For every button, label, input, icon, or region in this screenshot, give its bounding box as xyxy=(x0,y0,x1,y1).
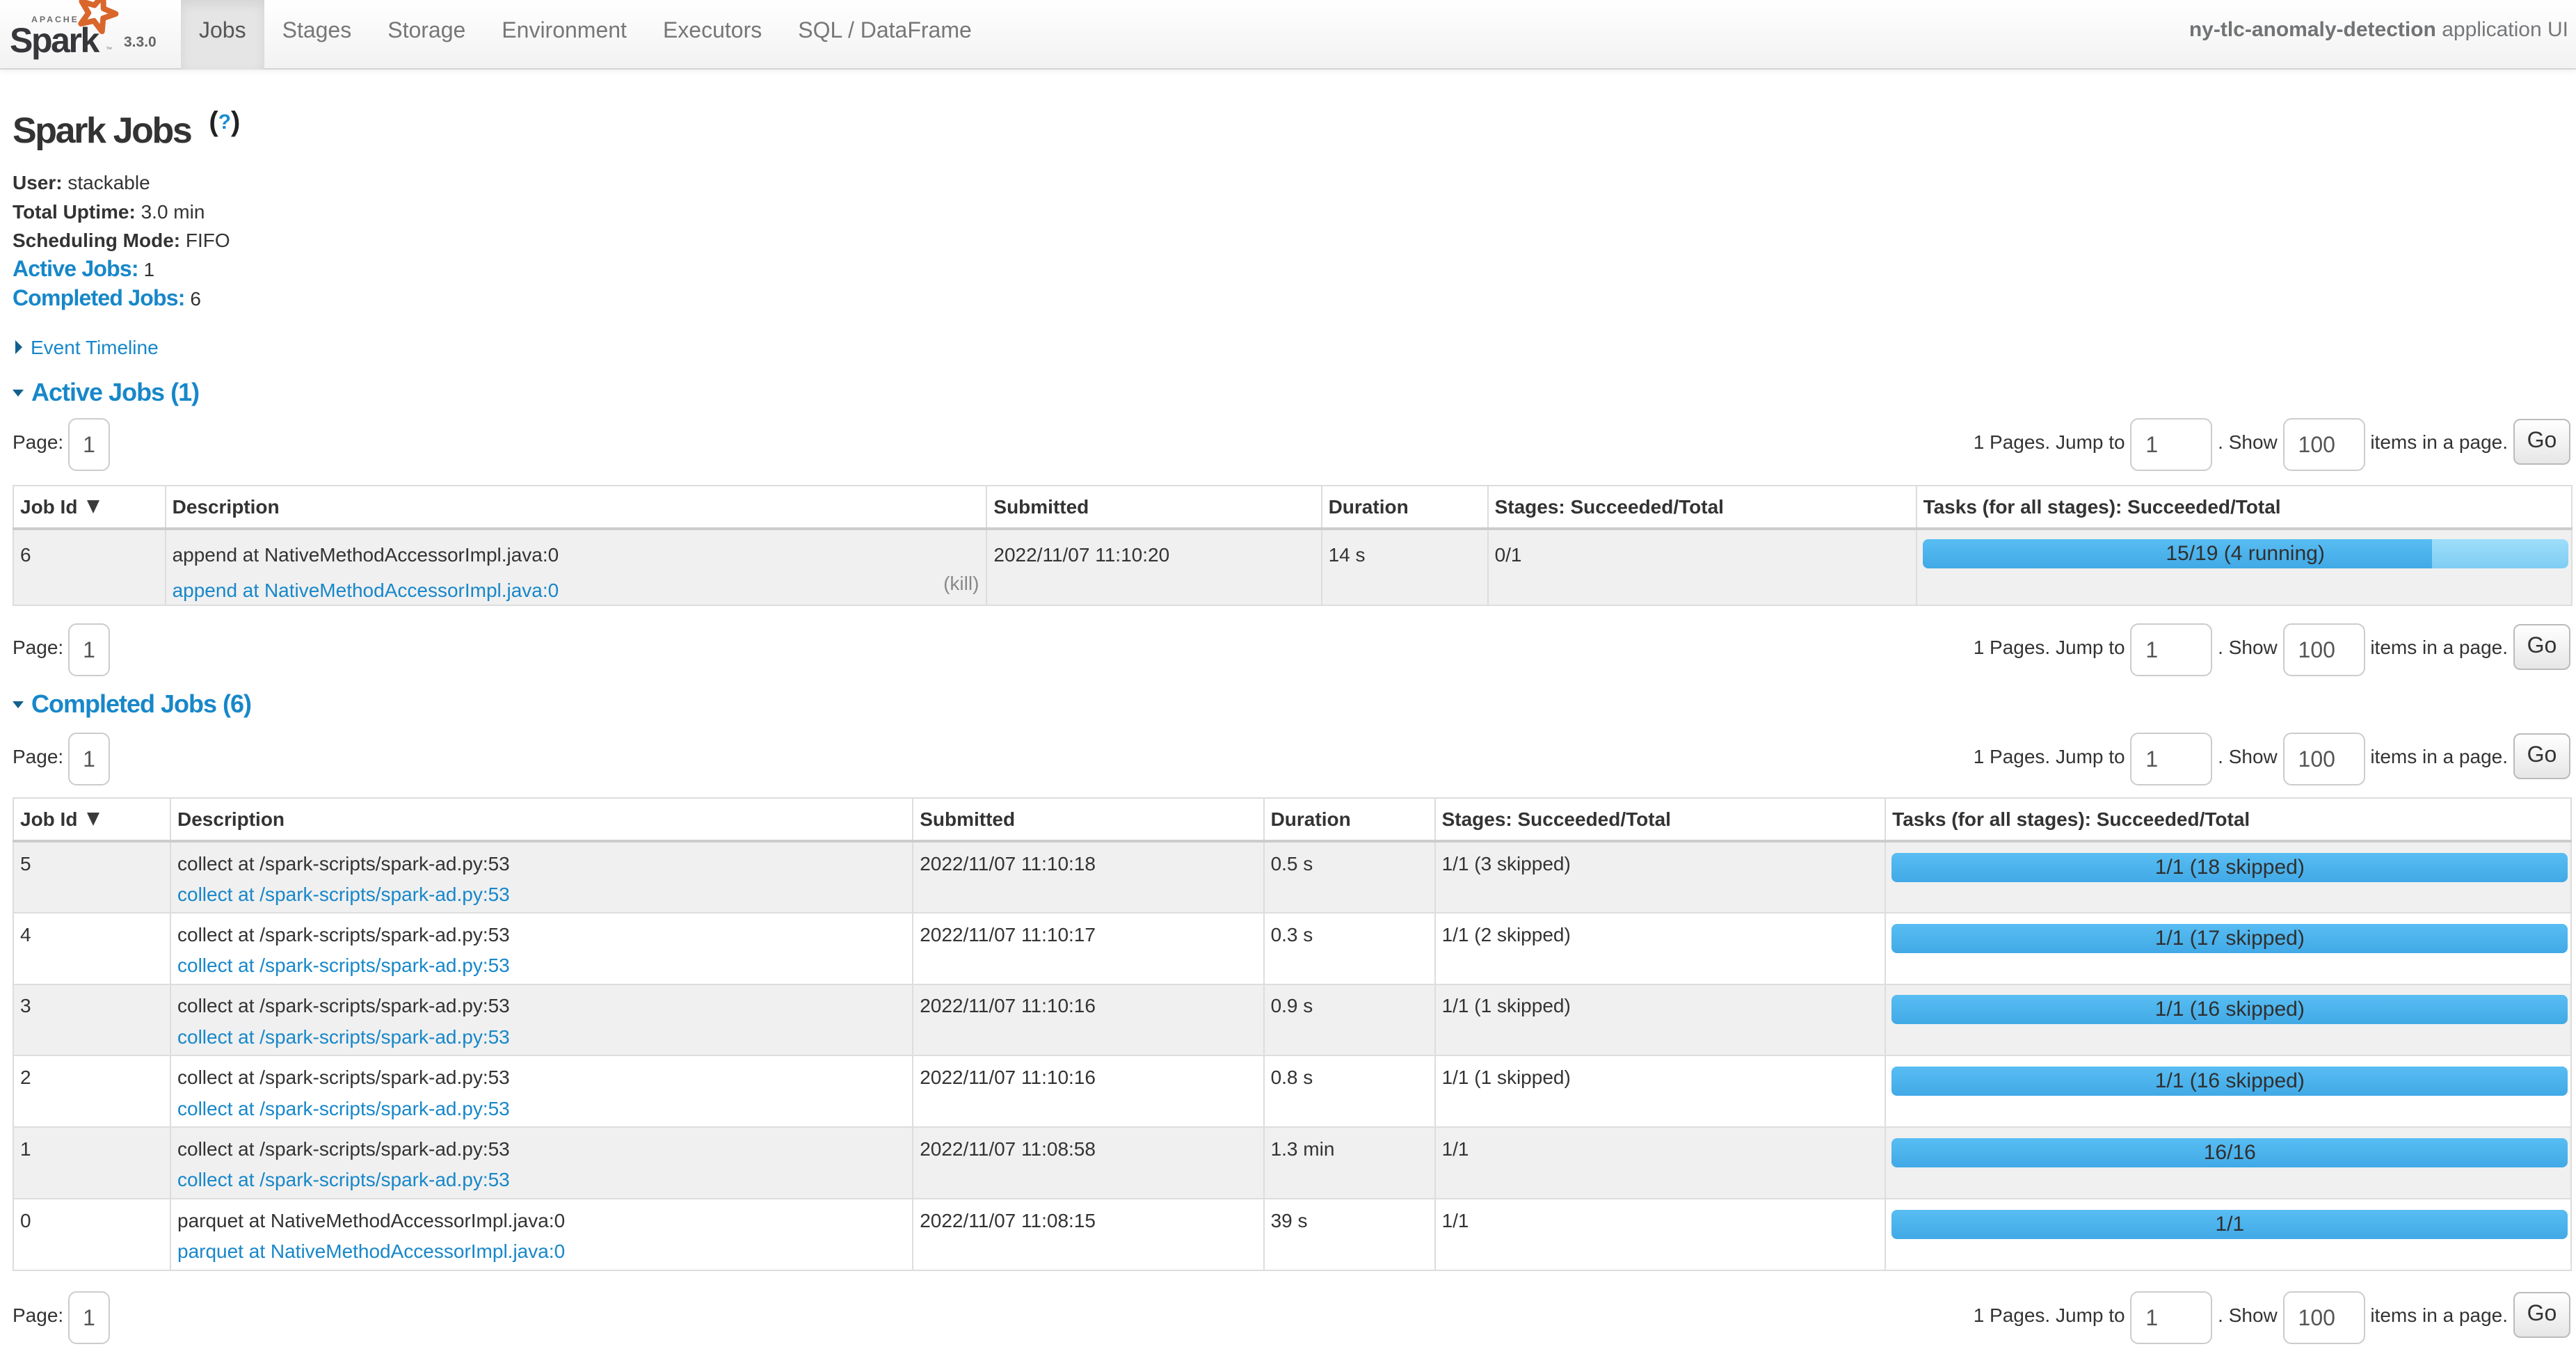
svg-text:Spark: Spark xyxy=(10,21,100,60)
svg-text:™: ™ xyxy=(106,46,112,53)
